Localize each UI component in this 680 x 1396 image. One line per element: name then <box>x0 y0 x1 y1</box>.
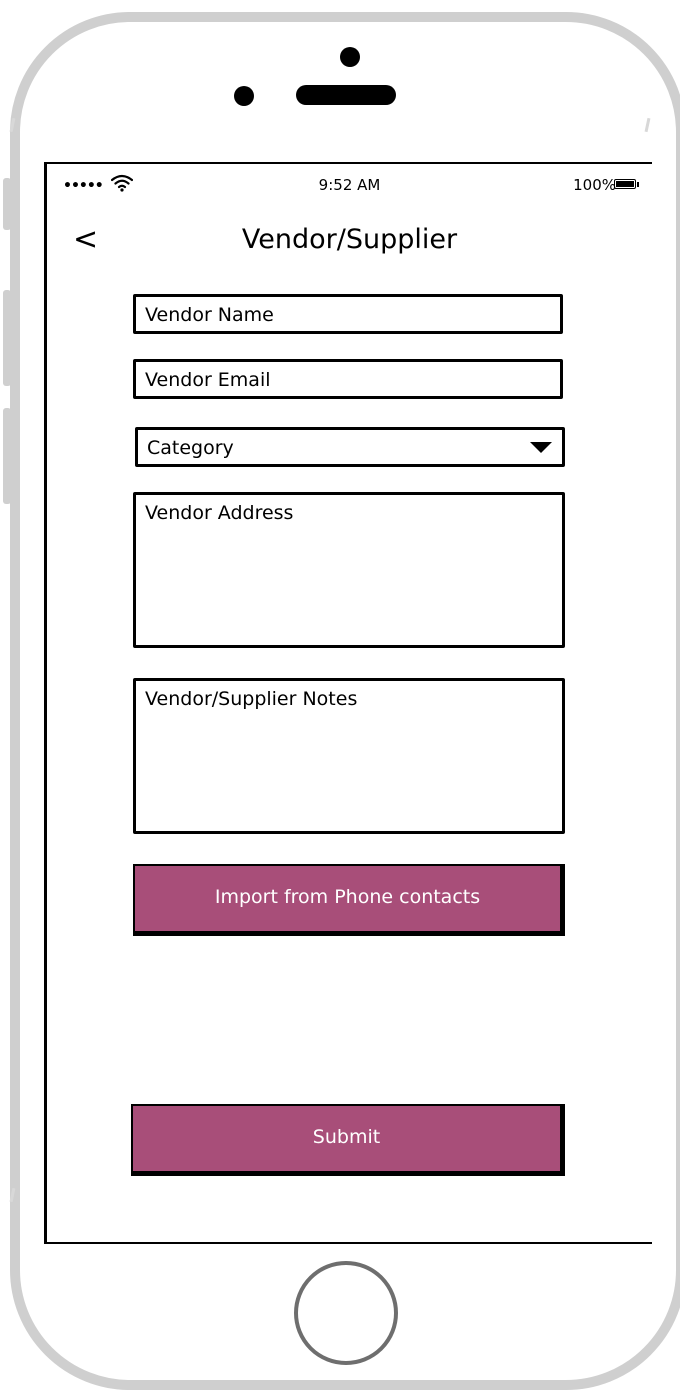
status-time: 9:52 AM <box>318 176 381 194</box>
phone-sensor-dot <box>234 86 254 106</box>
page-title: Vendor/Supplier <box>241 224 458 255</box>
battery-cap <box>637 182 639 187</box>
battery-percentage: 100% <box>573 176 616 194</box>
screen: ••••• 9:52 AM 100% < Vendor/Supplier Ven… <box>44 162 652 1244</box>
vendor-name-field[interactable]: Vendor Name <box>133 294 563 334</box>
vendor-name-placeholder: Vendor Name <box>145 304 274 326</box>
vendor-address-textarea[interactable]: Vendor Address <box>133 492 565 648</box>
phone-side-button-mute <box>3 178 11 230</box>
submit-label: Submit <box>312 1126 381 1148</box>
category-select[interactable]: Category <box>135 427 565 467</box>
submit-button[interactable]: Submit <box>131 1104 565 1176</box>
vendor-notes-textarea[interactable]: Vendor/Supplier Notes <box>133 678 565 834</box>
home-button[interactable] <box>294 1261 398 1365</box>
phone-speaker <box>296 85 396 105</box>
battery-icon <box>614 179 636 189</box>
phone-side-button-volume-up <box>3 290 11 386</box>
category-placeholder: Category <box>147 437 234 459</box>
vendor-email-placeholder: Vendor Email <box>145 369 271 391</box>
caret-down-icon <box>530 442 552 453</box>
navigation-bar: < Vendor/Supplier <box>47 216 652 266</box>
phone-camera-dot <box>340 47 360 67</box>
import-contacts-label: Import from Phone contacts <box>214 886 481 908</box>
vendor-notes-placeholder: Vendor/Supplier Notes <box>145 688 358 710</box>
status-bar: ••••• 9:52 AM 100% <box>47 172 652 200</box>
phone-side-button-volume-down <box>3 408 11 504</box>
vendor-address-placeholder: Vendor Address <box>145 502 294 524</box>
import-contacts-button[interactable]: Import from Phone contacts <box>133 864 565 936</box>
vendor-email-field[interactable]: Vendor Email <box>133 359 563 399</box>
